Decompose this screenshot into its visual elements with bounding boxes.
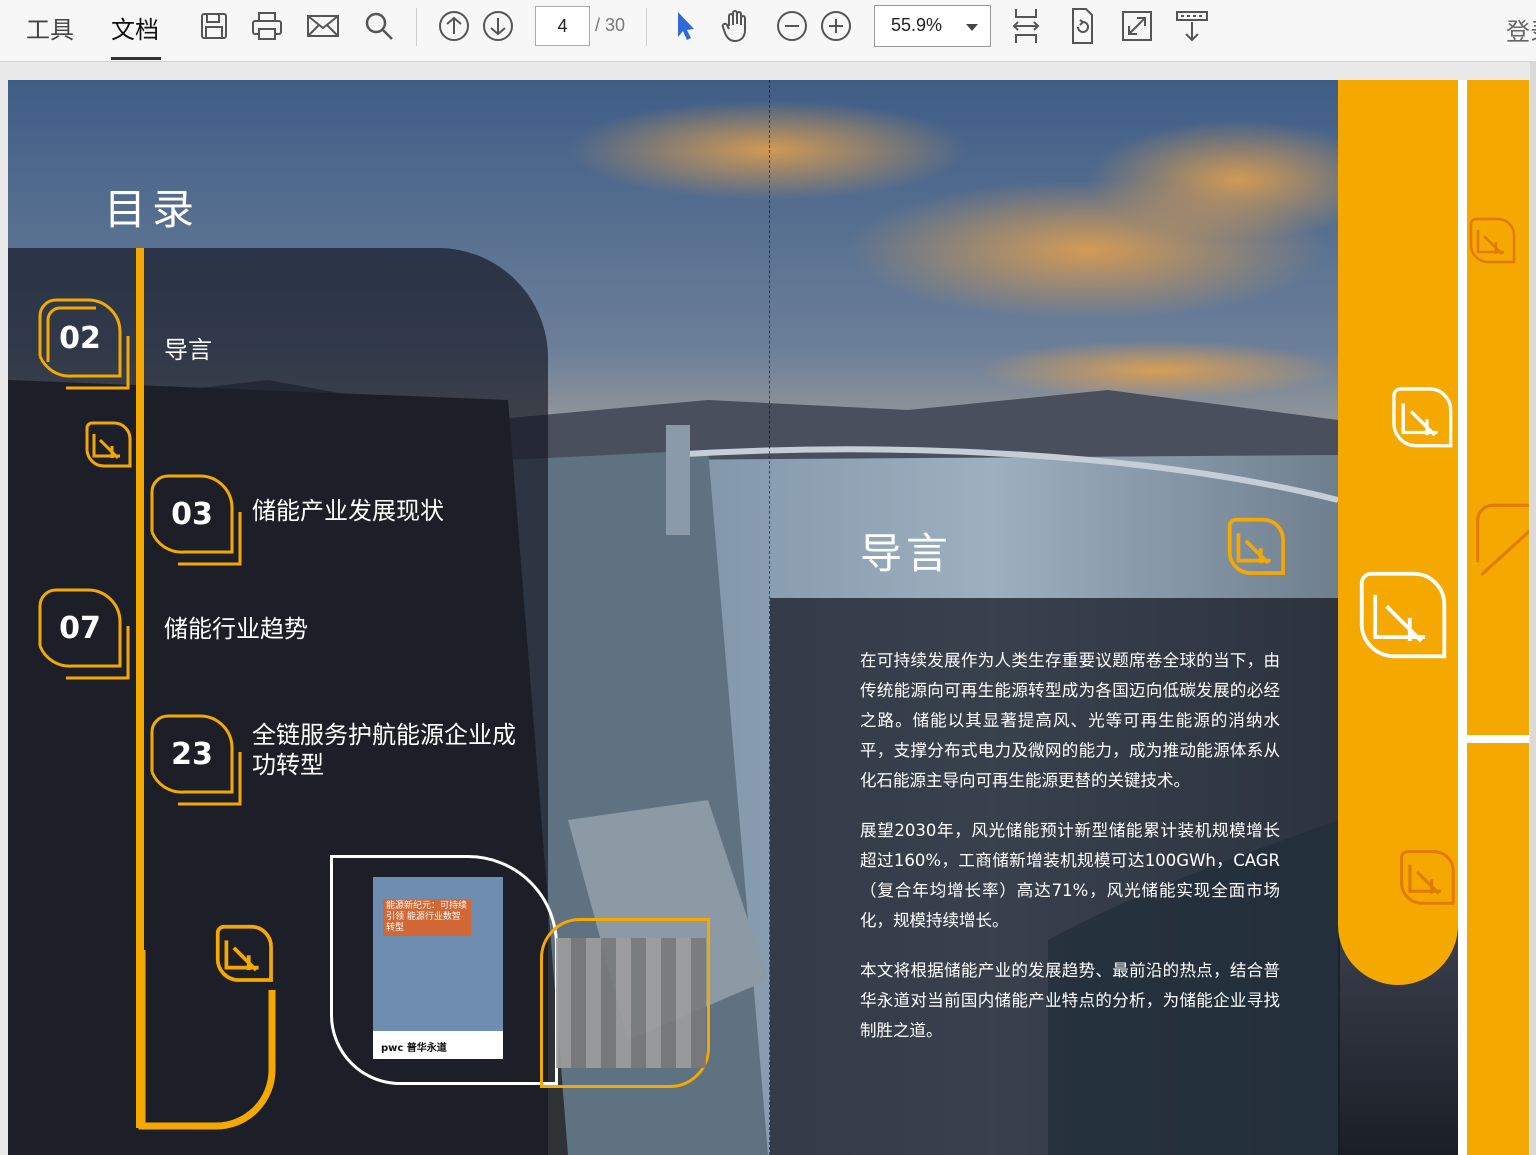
hand-tool-icon[interactable] [719, 8, 755, 44]
document-viewport: 目录 02 导言 03 储能产业发展现状 07 储能行业趋势 23 全链服务护航… [0, 62, 1536, 1155]
leaf-stem-decoration [138, 950, 276, 1130]
toc-item-label[interactable]: 导言 [164, 335, 212, 365]
select-cursor-icon[interactable] [666, 8, 702, 44]
accent-strip [1467, 743, 1529, 1155]
pdf-page-spread: 目录 02 导言 03 储能产业发展现状 07 储能行业趋势 23 全链服务护航… [8, 80, 1529, 1155]
vertical-scrollbar[interactable] [1530, 62, 1536, 1155]
rotate-icon[interactable] [1064, 8, 1100, 44]
toc-item-num-badge[interactable]: 07 [36, 586, 132, 680]
mail-icon[interactable] [305, 8, 341, 44]
read-mode-icon[interactable] [1174, 8, 1210, 44]
cover-brand: pwc 普华永道 [373, 1031, 503, 1059]
toc-item-label[interactable]: 储能行业趋势 [164, 614, 308, 644]
leaf-icon [85, 421, 132, 468]
toc-page-number: 03 [171, 496, 213, 532]
leaf-icon [1392, 387, 1453, 448]
report-cover-thumbnail[interactable]: 能源新纪元：可持续引领 能源行业数智转型 pwc 普华永道 [373, 877, 503, 1059]
toc-page-number: 02 [59, 320, 101, 356]
leaf-icon [1400, 850, 1455, 905]
leaf-icon [1476, 503, 1529, 576]
chevron-down-icon [966, 24, 978, 31]
zoom-out-icon[interactable] [774, 8, 810, 44]
toc-item-label[interactable]: 全链服务护航能源企业成功转型 [252, 720, 522, 780]
tab-document[interactable]: 文档 [111, 10, 159, 45]
save-icon[interactable] [196, 8, 232, 44]
intro-paragraph: 在可持续发展作为人类生存重要议题席卷全球的当下，由传统能源向可再生能源转型成为各… [860, 651, 1280, 790]
toc-item-num-badge[interactable]: 23 [148, 712, 244, 806]
qr-code-image [556, 938, 706, 1068]
intro-title: 导言 [860, 529, 953, 578]
leaf-icon [1227, 517, 1285, 575]
page-total: / 30 [595, 15, 626, 35]
toolbar-separator [646, 8, 647, 46]
print-icon[interactable] [249, 8, 285, 44]
toc-page-number: 07 [59, 610, 101, 646]
strip-divider [1458, 80, 1467, 1155]
next-page-icon[interactable] [480, 8, 516, 44]
login-button[interactable]: 登录 [1506, 12, 1536, 47]
zoom-select[interactable]: 55.9% [874, 5, 991, 47]
toolbar-separator [416, 8, 417, 46]
intro-paragraph: 本文将根据储能产业的发展趋势、最前沿的热点，结合普华永道对当前国内储能产业特点的… [860, 961, 1280, 1040]
fit-page-icon[interactable] [1008, 8, 1044, 44]
toc-item-num-badge[interactable]: 03 [148, 472, 244, 566]
page-number-input[interactable] [535, 6, 590, 46]
accent-strip [1467, 80, 1529, 735]
toolbar: 工具 文档 / 30 55.9% [0, 0, 1536, 62]
zoom-in-icon[interactable] [818, 8, 854, 44]
toc-title: 目录 [104, 185, 201, 234]
search-icon[interactable] [361, 8, 397, 44]
tab-tools[interactable]: 工具 [26, 10, 74, 45]
toc-item-label[interactable]: 储能产业发展现状 [252, 496, 444, 526]
toc-item-num-badge[interactable]: 02 [36, 296, 132, 390]
intro-paragraph: 展望2030年，风光储能预计新型储能累计装机规模增长超过160%，工商储新增装机… [860, 821, 1280, 930]
strip-divider [1467, 735, 1529, 743]
cover-title: 能源新纪元：可持续引领 能源行业数智转型 [383, 899, 471, 936]
intro-body: 在可持续发展作为人类生存重要议题席卷全球的当下，由传统能源向可再生能源转型成为各… [860, 646, 1280, 1066]
active-tab-indicator [111, 57, 161, 60]
fullscreen-icon[interactable] [1119, 8, 1155, 44]
leaf-icon [1359, 571, 1447, 659]
zoom-value: 55.9% [891, 15, 943, 35]
toc-page-number: 23 [171, 736, 213, 772]
prev-page-icon[interactable] [436, 8, 472, 44]
leaf-icon [1469, 217, 1516, 264]
